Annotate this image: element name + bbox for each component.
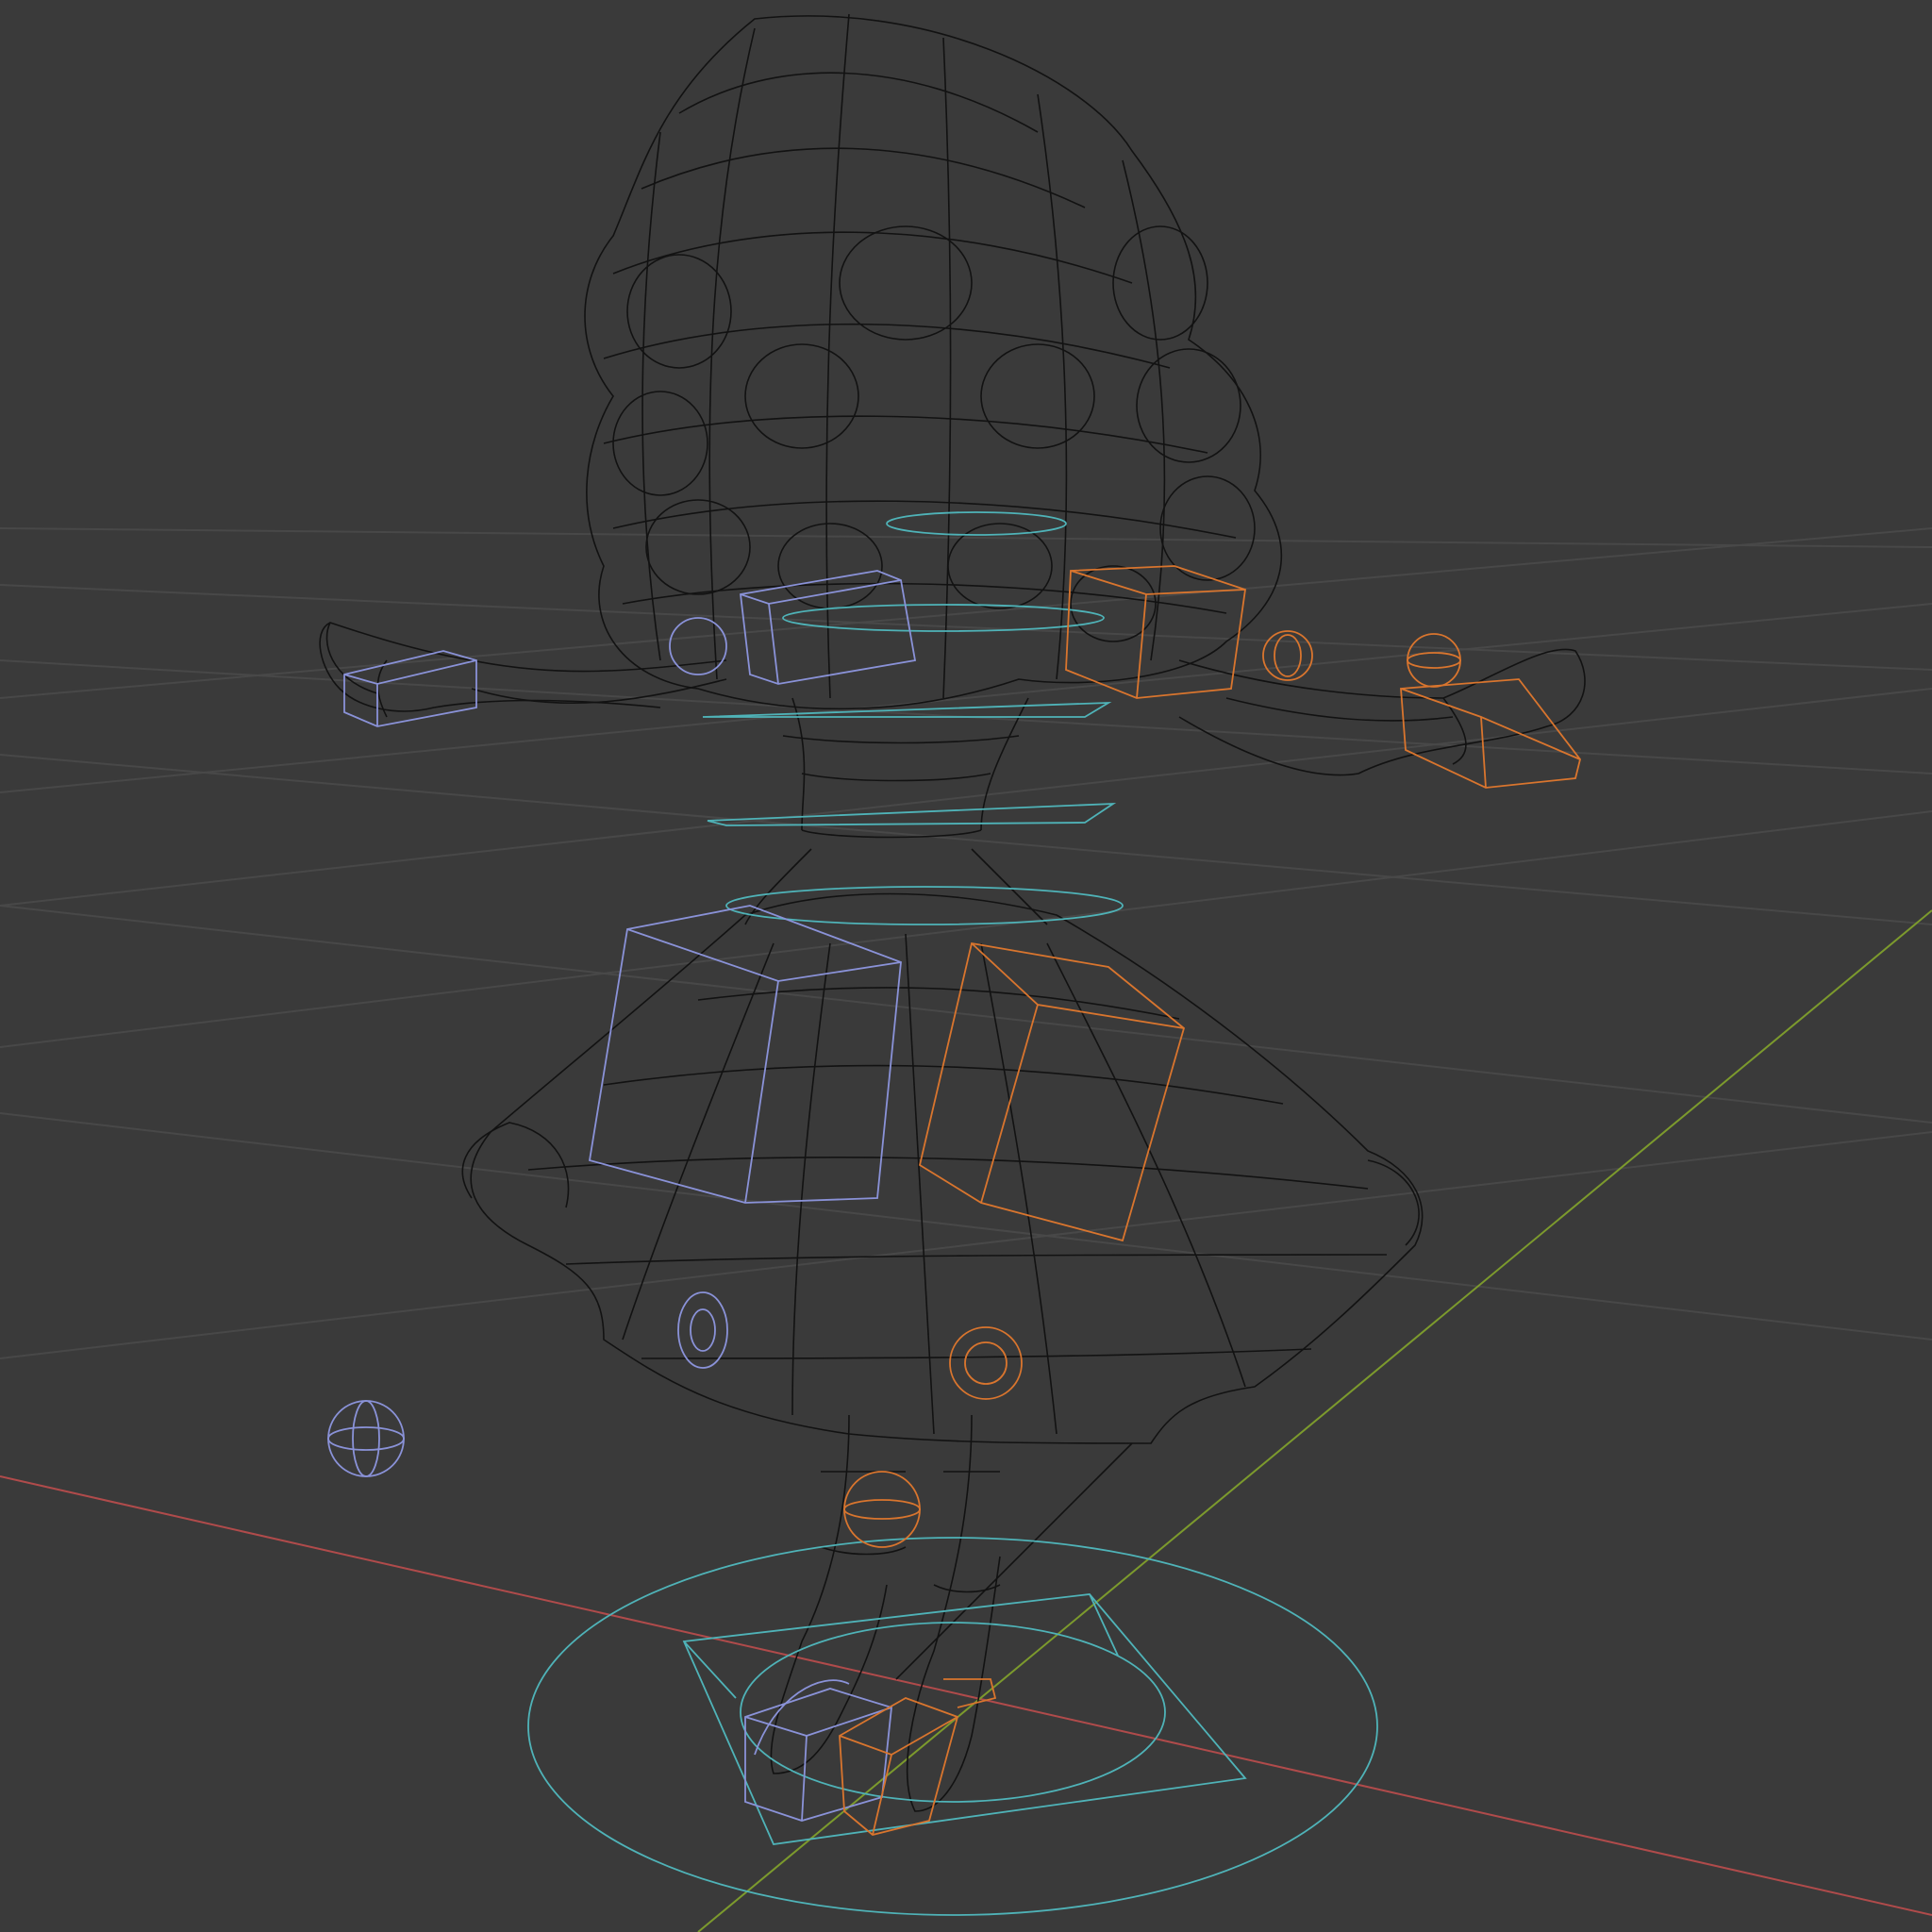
viewport-canvas[interactable] [0,0,1932,1932]
3d-viewport[interactable] [0,0,1932,1932]
